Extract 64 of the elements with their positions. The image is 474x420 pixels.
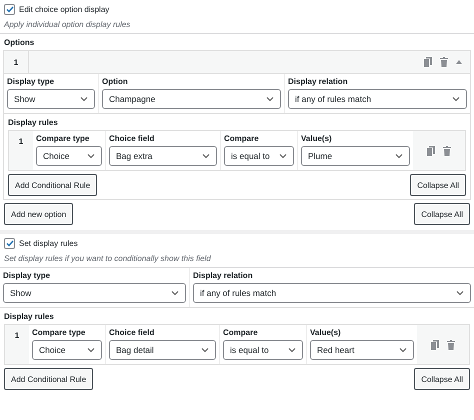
select-field[interactable]: is equal to — [224, 146, 294, 166]
field-label: Display type — [3, 271, 52, 280]
field-label: Compare type — [32, 328, 86, 337]
trash-icon[interactable] — [440, 57, 448, 67]
chevron-icon — [87, 347, 95, 353]
field-label: Display relation — [193, 271, 254, 280]
collapse-button[interactable]: Collapse All — [414, 203, 470, 225]
copy-icon[interactable] — [431, 340, 439, 350]
chevron-icon — [452, 96, 460, 102]
chevron-icon — [202, 153, 210, 159]
select-field[interactable]: Bag detail — [109, 340, 216, 360]
select-field[interactable]: if any of rules match — [288, 89, 467, 109]
option-number: 1 — [14, 58, 18, 66]
select-field[interactable]: Bag extra — [109, 146, 217, 166]
rule-number: 1 — [14, 331, 20, 340]
trash-icon[interactable] — [447, 340, 455, 350]
select-field[interactable]: Champagne — [102, 89, 281, 109]
field-label: Display type — [7, 77, 56, 86]
select-field[interactable]: is equal to — [223, 340, 303, 360]
trash-icon[interactable] — [443, 146, 451, 156]
section-label: Display rules — [7, 117, 59, 129]
checkbox-label: Edit choice option display — [19, 5, 110, 14]
chevron-icon — [80, 96, 88, 102]
field-label: Display relation — [288, 77, 349, 86]
chevron-icon — [395, 153, 403, 159]
copy-icon[interactable] — [424, 57, 432, 67]
field-label: Choice field — [109, 134, 156, 143]
copy-icon[interactable] — [427, 146, 435, 156]
chevron-icon — [87, 153, 95, 159]
field-label: Option — [102, 77, 129, 86]
select-field[interactable]: Choice — [36, 146, 102, 166]
select-field[interactable]: Show — [7, 89, 95, 109]
field-label: Compare — [223, 328, 259, 337]
collapse-button[interactable]: Collapse All — [414, 368, 470, 390]
section-label: Display rules — [3, 311, 55, 323]
caret-icon[interactable] — [456, 60, 462, 64]
chevron-icon — [288, 347, 296, 353]
field-label: Compare type — [36, 134, 90, 143]
rule-number: 1 — [18, 137, 24, 146]
select-field[interactable]: Choice — [32, 340, 102, 360]
add-rule-button[interactable]: Add Conditional Rule — [4, 368, 94, 390]
section-label: Options — [3, 37, 36, 49]
field-label: Value(s) — [310, 328, 342, 337]
checkbox[interactable] — [4, 4, 15, 15]
chevron-icon — [279, 153, 287, 159]
field-label: Value(s) — [301, 134, 333, 143]
field-label: Compare — [224, 134, 260, 143]
field-label: Choice field — [109, 328, 156, 337]
collapse-button[interactable]: Collapse All — [410, 174, 466, 196]
chevron-icon — [399, 347, 407, 353]
chevron-icon — [201, 347, 209, 353]
checkbox[interactable] — [4, 238, 15, 249]
checkbox-label: Set display rules — [19, 239, 78, 248]
select-field[interactable]: Red heart — [310, 340, 414, 360]
select-field[interactable]: Show — [3, 283, 186, 303]
select-field[interactable]: if any of rules match — [193, 283, 471, 303]
chevron-icon — [171, 290, 179, 296]
add-option-button[interactable]: Add new option — [4, 203, 74, 225]
hint-text: Apply individual option display rules — [2, 19, 132, 31]
chevron-icon — [266, 96, 274, 102]
add-rule-button[interactable]: Add Conditional Rule — [8, 174, 98, 196]
hint-text: Set display rules if you want to conditionally show this field — [3, 253, 212, 265]
select-field[interactable]: Plume — [301, 146, 410, 166]
chevron-icon — [456, 290, 464, 296]
